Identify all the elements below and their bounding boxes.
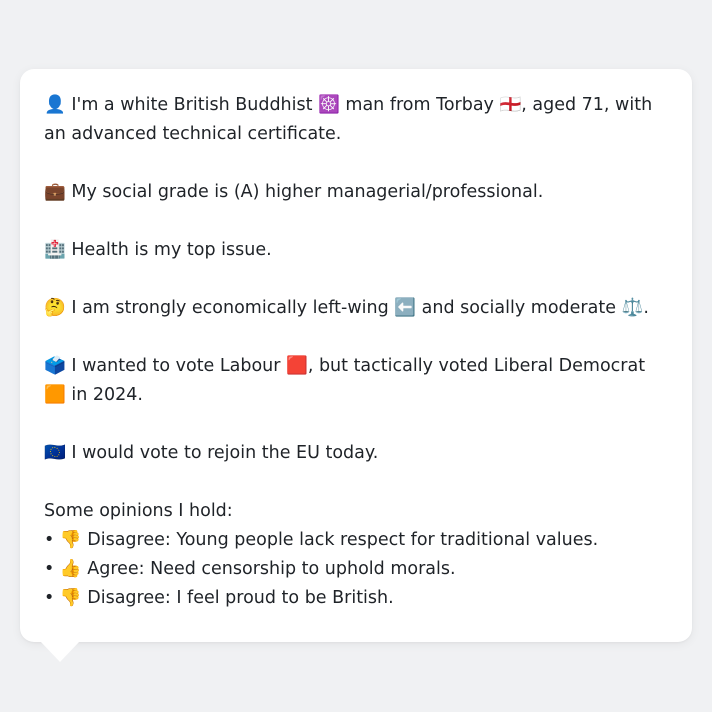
vote-line: 🗳️ I wanted to vote Labour 🟥, but tactic… xyxy=(44,356,651,405)
identity-line: 👤 I'm a white British Buddhist ☸️ man fr… xyxy=(44,95,658,144)
bubble-tail xyxy=(40,641,80,662)
opinion-item: • 👎 Disagree: Young people lack respect … xyxy=(44,530,599,550)
eu-line: 🇪🇺 I would vote to rejoin the EU today. xyxy=(44,443,379,463)
economics-line: 🤔 I am strongly economically left-wing ⬅… xyxy=(44,298,649,318)
page: 👤 I'm a white British Buddhist ☸️ man fr… xyxy=(0,0,712,712)
opinions-heading: Some opinions I hold: xyxy=(44,501,233,521)
persona-message-bubble: 👤 I'm a white British Buddhist ☸️ man fr… xyxy=(20,69,692,642)
opinion-item: • 👎 Disagree: I feel proud to be British… xyxy=(44,588,394,608)
top-issue-line: 🏥 Health is my top issue. xyxy=(44,240,272,260)
social-grade-line: 💼 My social grade is (A) higher manageri… xyxy=(44,182,544,202)
opinion-item: • 👍 Agree: Need censorship to uphold mor… xyxy=(44,559,456,579)
